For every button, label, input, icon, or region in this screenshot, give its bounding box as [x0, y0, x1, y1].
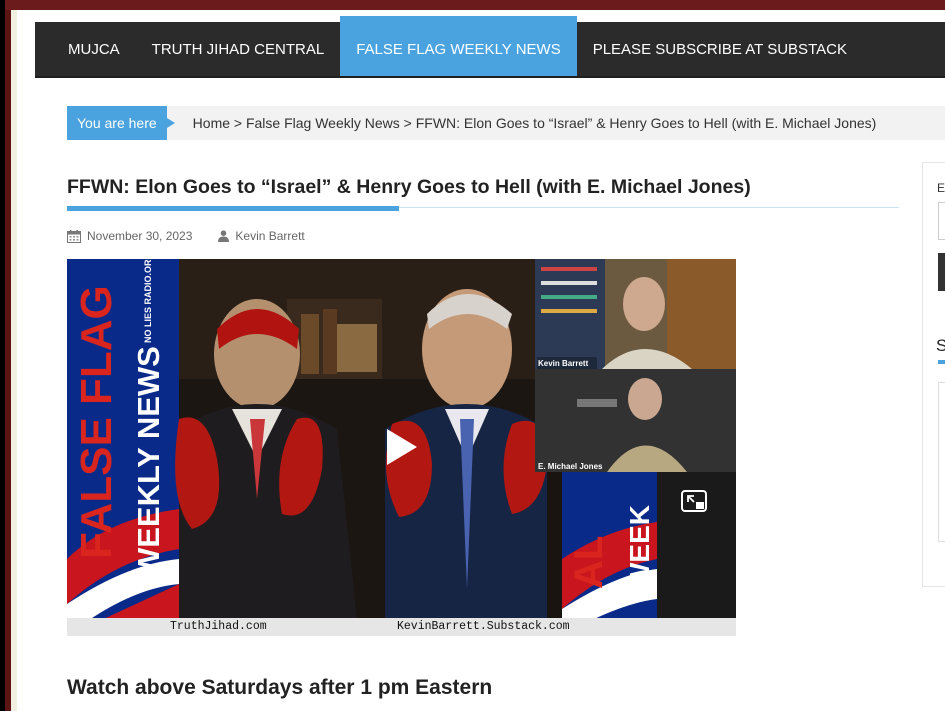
post-author[interactable]: Kevin Barrett — [235, 229, 304, 243]
video-footer-strip: TruthJihad.com KevinBarrett.Substack.com — [67, 618, 736, 636]
logo-badge: NO LIES RADIO.ORG — [143, 259, 153, 343]
caption-kevin-barrett: Kevin Barrett — [538, 359, 589, 368]
main-nav: MUJCA TRUTH JIHAD CENTRAL FALSE FLAG WEE… — [35, 16, 945, 76]
page-frame-top — [5, 0, 945, 10]
logo-text-false-flag: FALSE FLAG — [72, 285, 121, 559]
play-icon[interactable] — [385, 427, 419, 467]
footer-substack: KevinBarrett.Substack.com — [397, 620, 570, 633]
post-subheading: Watch above Saturdays after 1 pm Eastern — [67, 676, 493, 699]
user-icon — [218, 230, 230, 242]
picture-in-picture-icon[interactable] — [679, 487, 709, 515]
nav-item-subscribe-substack[interactable]: PLEASE SUBSCRIBE AT SUBSTACK — [577, 22, 863, 76]
right-logo-text-1: AL — [567, 536, 611, 589]
breadcrumb-trail[interactable]: Home > False Flag Weekly News > FFWN: El… — [167, 115, 877, 131]
sidebar-title-accent — [938, 360, 945, 364]
sidebar-widget-label: E — [937, 181, 945, 195]
page: MUJCA TRUTH JIHAD CENTRAL FALSE FLAG WEE… — [17, 10, 945, 711]
sidebar-widget-title: S — [936, 336, 945, 355]
breadcrumb-label: You are here — [67, 106, 175, 140]
sidebar-button[interactable] — [938, 253, 945, 291]
post-date[interactable]: November 30, 2023 — [87, 229, 192, 243]
right-logo-text-2: WEEK — [624, 505, 655, 589]
page-frame-left — [5, 0, 11, 711]
nav-item-mujca[interactable]: MUJCA — [35, 22, 136, 76]
calendar-icon — [67, 229, 81, 243]
sidebar-input[interactable] — [938, 202, 945, 240]
page-title: FFWN: Elon Goes to “Israel” & Henry Goes… — [67, 176, 751, 198]
nav-item-truth-jihad-central[interactable]: TRUTH JIHAD CENTRAL — [136, 22, 341, 76]
title-accent-bar — [67, 206, 399, 211]
nav-item-false-flag-weekly-news[interactable]: FALSE FLAG WEEKLY NEWS — [340, 16, 577, 76]
sidebar-inner-box — [938, 382, 945, 542]
video-player[interactable]: FALSE FLAG WEEKLY NEWS NO LIES RADIO.ORG — [67, 259, 736, 636]
post-meta: November 30, 2023 Kevin Barrett — [67, 229, 305, 243]
caption-e-michael-jones: E. Michael Jones — [538, 462, 603, 471]
logo-text-weekly-news: WEEKLY NEWS — [131, 346, 166, 577]
breadcrumb: You are here Home > False Flag Weekly Ne… — [67, 106, 945, 140]
footer-truthjihad: TruthJihad.com — [170, 620, 267, 633]
